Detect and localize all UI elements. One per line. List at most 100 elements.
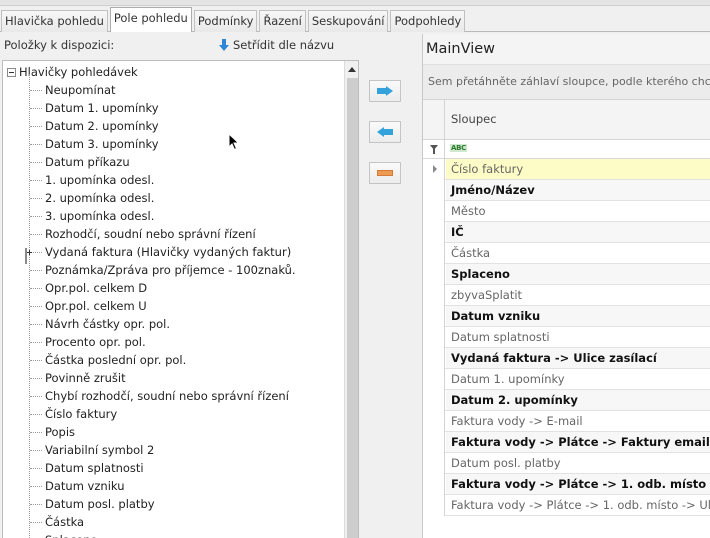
scrollbar-thumb[interactable] [347, 78, 358, 538]
tree-item[interactable]: Datum příkazu [30, 153, 130, 171]
table-row[interactable]: Jméno/Název [423, 180, 710, 201]
row-indicator[interactable] [423, 474, 445, 495]
tab-conditions[interactable]: Podmínky [193, 10, 258, 32]
abc-filter-icon[interactable]: ABC [450, 144, 467, 153]
tree-item[interactable]: Datum posl. platby [30, 495, 155, 513]
table-row[interactable]: Splaceno [423, 264, 710, 285]
tree-item[interactable]: Datum 2. upomínky [30, 117, 159, 135]
table-row[interactable]: Faktura vody -> Plátce -> Faktury emaile… [423, 432, 710, 453]
table-row[interactable]: zbyvaSplatit [423, 285, 710, 306]
field-cell[interactable]: Faktura vody -> Plátce -> 1. odb. místo … [446, 474, 710, 494]
tree-item[interactable]: Číslo faktury [30, 405, 117, 423]
row-indicator[interactable] [423, 327, 445, 348]
tab-view-fields[interactable]: Pole pohledu [109, 7, 192, 32]
tree-item[interactable]: 1. upomínka odesl. [30, 171, 154, 189]
collapse-icon[interactable] [7, 67, 16, 77]
tree-item[interactable]: Datum 1. upomínky [30, 99, 159, 117]
tree-item[interactable]: Vydaná faktura (Hlavičky vydaných faktur… [25, 243, 291, 264]
tab-sorting[interactable]: Řazení [259, 10, 306, 32]
tree-item[interactable]: 3. upomínka odesl. [30, 207, 154, 225]
tree-item[interactable]: Procento opr. pol. [30, 333, 146, 351]
field-cell[interactable]: Částka [446, 243, 710, 263]
row-indicator[interactable] [423, 390, 445, 411]
field-cell[interactable]: Faktura vody -> Plátce -> 1. odb. místo … [446, 495, 710, 515]
group-drop-area[interactable]: Sem přetáhněte záhlaví sloupce, podle kt… [423, 64, 710, 100]
field-cell[interactable]: Splaceno [446, 264, 710, 284]
table-row[interactable]: Datum vzniku [423, 306, 710, 327]
tree-item[interactable]: Částka poslední opr. pol. [30, 351, 186, 369]
tab-grouping[interactable]: Seskupování [307, 10, 389, 32]
tab-subviews[interactable]: Podpohledy [390, 10, 466, 32]
field-cell[interactable]: zbyvaSplatit [446, 285, 710, 305]
row-indicator[interactable] [423, 453, 445, 474]
table-row[interactable]: Datum posl. platby [423, 453, 710, 474]
tree-item[interactable]: Splaceno [30, 531, 98, 538]
table-row[interactable]: Faktura vody -> Plátce -> 1. odb. místo … [423, 474, 710, 495]
tree-item[interactable]: 2. upomínka odesl. [30, 189, 154, 207]
table-row[interactable]: Faktura vody -> E-mail [423, 411, 710, 432]
tree-item[interactable]: Povinně zrušit [30, 369, 126, 387]
tree-item[interactable]: Opr.pol. celkem U [30, 297, 147, 315]
scroll-up-icon[interactable] [348, 67, 356, 72]
row-indicator[interactable] [423, 432, 445, 453]
tree-item[interactable]: Opr.pol. celkem D [30, 279, 147, 297]
expand-icon[interactable] [25, 248, 32, 264]
table-row[interactable]: Datum 1. upomínky [423, 369, 710, 390]
row-indicator[interactable] [423, 285, 445, 306]
table-row[interactable]: Vydaná faktura -> Ulice zasílací [423, 348, 710, 369]
table-row[interactable]: Město [423, 201, 710, 222]
sort-by-name-button[interactable]: Setřídit dle názvu [219, 38, 334, 52]
filter-icon[interactable] [430, 145, 438, 154]
field-cell[interactable]: Datum splatnosti [446, 327, 710, 347]
tree-item[interactable]: Datum splatnosti [30, 459, 144, 477]
table-row[interactable]: Číslo faktury [423, 159, 710, 180]
row-indicator[interactable] [423, 495, 445, 516]
row-indicator[interactable] [423, 264, 445, 285]
row-indicator[interactable] [423, 159, 445, 180]
tree-root-node[interactable]: Hlavičky pohledávek [7, 63, 138, 81]
field-cell[interactable]: Datum posl. platby [446, 453, 710, 473]
field-cell[interactable]: IČ [446, 222, 710, 242]
table-row[interactable]: Faktura vody -> Plátce -> 1. odb. místo … [423, 495, 710, 516]
row-indicator[interactable] [423, 369, 445, 390]
tree-connector [30, 503, 42, 505]
field-cell[interactable]: Datum 2. upomínky [446, 390, 710, 410]
filter-row[interactable]: ABC [423, 140, 710, 159]
tree-item[interactable]: Rozhodčí, soudní nebo správní řízení [30, 225, 256, 243]
add-field-button[interactable] [369, 80, 401, 102]
tree-item[interactable]: Částka [30, 513, 84, 531]
tree-scrollbar[interactable] [344, 61, 358, 538]
tab-view-header[interactable]: Hlavička pohledu [1, 10, 108, 32]
table-row[interactable]: Datum splatnosti [423, 327, 710, 348]
row-indicator[interactable] [423, 243, 445, 264]
field-cell[interactable]: Datum 1. upomínky [446, 369, 710, 389]
field-cell[interactable]: Vydaná faktura -> Ulice zasílací [446, 348, 710, 368]
tree-item[interactable]: Poznámka/Zpráva pro příjemce - 100znaků. [30, 261, 296, 279]
tree-item[interactable]: Variabilní symbol 2 [30, 441, 154, 459]
tree-item[interactable]: Datum vzniku [30, 477, 124, 495]
tree-item[interactable]: Chybí rozhodčí, soudní nebo správní říze… [30, 387, 289, 405]
field-cell[interactable]: Faktura vody -> Plátce -> Faktury emaile… [446, 432, 710, 452]
table-row[interactable]: IČ [423, 222, 710, 243]
table-row[interactable]: Datum 2. upomínky [423, 390, 710, 411]
row-indicator[interactable] [423, 306, 445, 327]
row-indicator[interactable] [423, 411, 445, 432]
field-cell[interactable]: Jméno/Název [446, 180, 710, 200]
tree-item[interactable]: Popis [30, 423, 75, 441]
clear-fields-button[interactable] [369, 162, 401, 184]
tree-item[interactable]: Návrh částky opr. pol. [30, 315, 170, 333]
row-indicator[interactable] [423, 180, 445, 201]
tree-item[interactable]: Datum 3. upomínky [30, 135, 159, 153]
available-items-tree[interactable]: Hlavičky pohledávek Neupomínat Datum 1. u… [2, 60, 359, 538]
remove-field-button[interactable] [369, 121, 401, 143]
table-row[interactable]: Částka [423, 243, 710, 264]
row-indicator[interactable] [423, 222, 445, 243]
tree-item[interactable]: Neupomínat [30, 81, 116, 99]
field-cell[interactable]: Město [446, 201, 710, 221]
column-header-sloupec[interactable]: Sloupec [423, 100, 710, 140]
field-cell[interactable]: Datum vzniku [446, 306, 710, 326]
row-indicator[interactable] [423, 201, 445, 222]
field-cell[interactable]: Faktura vody -> E-mail [446, 411, 710, 431]
field-cell[interactable]: Číslo faktury [446, 159, 710, 179]
row-indicator[interactable] [423, 348, 445, 369]
